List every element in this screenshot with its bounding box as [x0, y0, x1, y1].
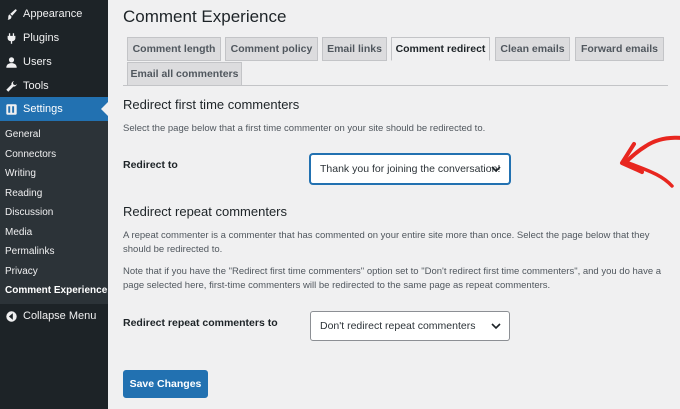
tab-comment-redirect[interactable]: Comment redirect: [391, 37, 490, 61]
collapse-menu-button[interactable]: Collapse Menu: [0, 304, 108, 328]
submenu-media[interactable]: Media: [5, 227, 32, 238]
select-value: Don't redirect repeat commenters: [320, 320, 476, 332]
menu-item-users[interactable]: Users: [0, 50, 108, 74]
submenu-reading[interactable]: Reading: [5, 188, 42, 199]
chevron-down-icon: [491, 164, 501, 174]
menu-item-plugins[interactable]: Plugins: [0, 26, 108, 50]
plugin-icon: [4, 31, 18, 45]
collapse-icon: [4, 309, 18, 323]
user-icon: [4, 55, 18, 69]
paintbrush-icon: [4, 7, 18, 21]
tab-email-links[interactable]: Email links: [322, 37, 387, 61]
submenu-discussion[interactable]: Discussion: [5, 207, 53, 218]
admin-sidebar: Appearance Plugins Users Tools Settings …: [0, 0, 108, 409]
submenu-general[interactable]: General: [5, 129, 41, 140]
tab-comment-length[interactable]: Comment length: [127, 37, 221, 61]
menu-label: Tools: [23, 80, 49, 92]
chevron-down-icon: [491, 321, 501, 331]
first-time-section-title: Redirect first time commenters: [123, 97, 300, 112]
menu-item-appearance[interactable]: Appearance: [0, 2, 108, 26]
redirect-repeat-select[interactable]: Don't redirect repeat commenters: [310, 311, 510, 341]
active-indicator: [101, 102, 108, 116]
tab-comment-policy[interactable]: Comment policy: [225, 37, 318, 61]
submenu-permalinks[interactable]: Permalinks: [5, 246, 54, 257]
tab-divider: [123, 85, 668, 86]
repeat-description: A repeat commenter is a commenter that h…: [123, 230, 650, 255]
menu-item-tools[interactable]: Tools: [0, 74, 108, 98]
menu-label: Plugins: [23, 32, 60, 44]
menu-label: Settings: [23, 103, 63, 115]
repeat-note: Note that if you have the "Redirect firs…: [123, 266, 662, 291]
redirect-first-time-select[interactable]: Thank you for joining the conversation!: [310, 154, 510, 184]
tab-forward-emails[interactable]: Forward emails: [575, 37, 664, 61]
annotation-arrow-icon: [620, 135, 680, 188]
tab-clean-emails[interactable]: Clean emails: [495, 37, 570, 61]
menu-item-settings[interactable]: Settings: [0, 97, 108, 121]
select-value: Thank you for joining the conversation!: [320, 163, 501, 175]
wrench-icon: [4, 79, 18, 93]
page-title: Comment Experience: [123, 7, 287, 26]
submenu-connectors[interactable]: Connectors: [5, 149, 56, 160]
submenu-comment-experience[interactable]: Comment Experience: [5, 285, 107, 296]
submenu-writing[interactable]: Writing: [5, 168, 36, 179]
redirect-repeat-label: Redirect repeat commenters to: [123, 317, 278, 329]
collapse-label: Collapse Menu: [23, 310, 97, 322]
repeat-section-title: Redirect repeat commenters: [123, 204, 288, 219]
main-content: Comment Experience Comment length Commen…: [108, 0, 680, 409]
tab-email-all-commenters[interactable]: Email all commenters: [127, 62, 242, 86]
menu-label: Appearance: [23, 8, 83, 20]
settings-icon: [4, 102, 18, 116]
first-time-description: Select the page below that a first time …: [123, 123, 486, 134]
save-changes-button[interactable]: Save Changes: [123, 370, 208, 398]
redirect-to-label: Redirect to: [123, 159, 178, 171]
submenu-privacy[interactable]: Privacy: [5, 266, 38, 277]
menu-label: Users: [23, 56, 52, 68]
